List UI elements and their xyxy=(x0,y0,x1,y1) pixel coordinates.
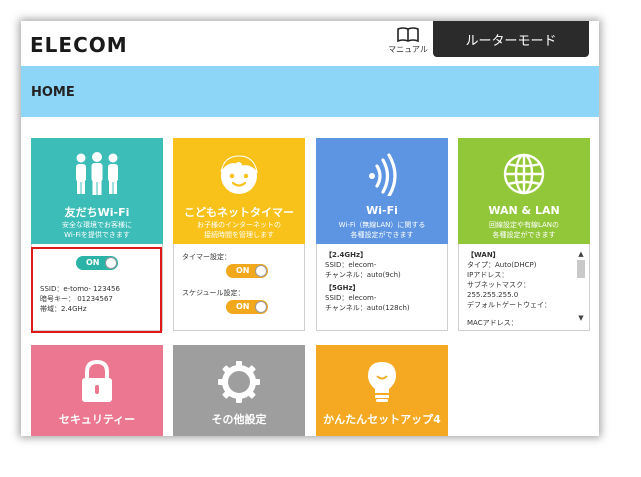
tile-other-settings-title: その他設定 xyxy=(211,413,267,426)
tile-wan-lan[interactable]: WAN & LAN 回線設定や有線LANの 各種設定ができます 【WAN】 タイ… xyxy=(458,138,590,331)
wan-gateway-label: デフォルトゲートウェイ： xyxy=(467,301,551,309)
wifi-24ghz-ssid: SSID：elecom- xyxy=(325,261,377,269)
tile-security[interactable]: セキュリティー xyxy=(31,345,163,436)
child-face-icon xyxy=(173,152,305,196)
tile-other-settings-header[interactable]: その他設定 xyxy=(173,345,305,436)
scroll-down-icon[interactable]: ▼ xyxy=(577,314,585,322)
tile-friends-wifi-title: 友だちWi-Fi xyxy=(64,206,130,219)
tile-wifi-body: 【2.4GHz】 SSID：elecom- チャンネル：auto(9ch) 【5… xyxy=(316,244,448,331)
gear-icon xyxy=(173,359,305,405)
book-icon xyxy=(397,27,419,43)
toggle-knob xyxy=(255,265,267,277)
timer-toggle[interactable]: ON xyxy=(226,264,268,278)
tile-easy-setup-header[interactable]: かんたんセットアップ4 xyxy=(316,345,448,436)
schedule-toggle[interactable]: ON xyxy=(226,300,268,314)
tile-wifi-desc: Wi-Fi（無線LAN）に関する 各種設定ができます xyxy=(338,221,426,239)
timer-setting-label: タイマー設定： xyxy=(182,253,231,261)
tile-security-title: セキュリティー xyxy=(58,413,136,426)
manual-label: マニュアル xyxy=(388,45,428,54)
wifi-24ghz-channel: チャンネル：auto(9ch) xyxy=(325,271,401,279)
tile-easy-setup-title: かんたんセットアップ4 xyxy=(323,413,441,426)
router-admin-window: ELECOM マニュアル ルーターモード HOME 友だちWi-Fi 安全な環境… xyxy=(21,21,599,436)
wan-subnet-value: 255.255.255.0 xyxy=(467,291,519,299)
wifi-5ghz-ssid: SSID：elecom- xyxy=(325,294,377,302)
wan-scrollbar[interactable]: ▲ ▼ xyxy=(577,250,585,322)
tile-wan-lan-title: WAN & LAN xyxy=(488,204,560,217)
elecom-logo: ELECOM xyxy=(30,33,128,57)
tile-wan-lan-body[interactable]: 【WAN】 タイプ：Auto(DHCP) IPアドレス： サブネットマスク： 2… xyxy=(458,244,590,331)
tile-easy-setup[interactable]: かんたんセットアップ4 xyxy=(316,345,448,436)
tile-wifi-title: Wi-Fi xyxy=(366,204,398,217)
tile-wan-lan-header[interactable]: WAN & LAN 回線設定や有線LANの 各種設定ができます xyxy=(458,138,590,244)
wan-heading: 【WAN】 xyxy=(467,251,500,259)
tile-wifi[interactable]: Wi-Fi Wi-Fi（無線LAN）に関する 各種設定ができます 【2.4GHz… xyxy=(316,138,448,331)
tile-friends-wifi-desc: 安全な環境でお客様に Wi-Fiを提供できます xyxy=(62,221,132,239)
people-icon xyxy=(31,152,163,196)
tile-kids-timer-header[interactable]: こどもネットタイマー お子様のインターネットの 接続時間を管理します xyxy=(173,138,305,244)
wan-ip-label: IPアドレス： xyxy=(467,271,509,279)
wifi-24ghz-heading: 【2.4GHz】 xyxy=(325,251,368,259)
wifi-5ghz-channel: チャンネル：auto(128ch) xyxy=(325,304,410,312)
tile-kids-timer[interactable]: こどもネットタイマー お子様のインターネットの 接続時間を管理します タイマー設… xyxy=(173,138,305,331)
page-title: HOME xyxy=(31,85,75,100)
padlock-icon xyxy=(31,359,163,405)
top-bar: ELECOM マニュアル ルーターモード xyxy=(21,21,599,66)
manual-link[interactable]: マニュアル xyxy=(388,26,428,55)
wan-subnet-label: サブネットマスク： xyxy=(467,281,530,289)
wifi-5ghz-heading: 【5GHz】 xyxy=(325,284,360,292)
scroll-thumb[interactable] xyxy=(577,260,585,278)
tile-friends-wifi-header[interactable]: 友だちWi-Fi 安全な環境でお客様に Wi-Fiを提供できます xyxy=(31,138,163,244)
scroll-up-icon[interactable]: ▲ xyxy=(577,250,585,258)
wifi-signal-icon xyxy=(316,152,448,196)
globe-icon xyxy=(458,152,590,196)
tile-kids-timer-desc: お子様のインターネットの 接続時間を管理します xyxy=(197,221,281,239)
highlight-box xyxy=(31,247,162,333)
tile-other-settings[interactable]: その他設定 xyxy=(173,345,305,436)
lightbulb-icon xyxy=(316,359,448,405)
schedule-setting-label: スケジュール設定： xyxy=(182,289,245,297)
wan-type: タイプ：Auto(DHCP) xyxy=(467,261,537,269)
tile-wan-lan-desc: 回線設定や有線LANの 各種設定ができます xyxy=(488,221,560,239)
tile-kids-timer-title: こどもネットタイマー xyxy=(184,206,294,219)
wan-mac-label: MACアドレス： xyxy=(467,319,518,327)
router-mode-button[interactable]: ルーターモード xyxy=(433,21,589,57)
toggle-knob xyxy=(255,301,267,313)
tile-wifi-header[interactable]: Wi-Fi Wi-Fi（無線LAN）に関する 各種設定ができます xyxy=(316,138,448,244)
tile-kids-timer-body: タイマー設定： ON スケジュール設定： ON xyxy=(173,244,305,331)
tile-security-header[interactable]: セキュリティー xyxy=(31,345,163,436)
